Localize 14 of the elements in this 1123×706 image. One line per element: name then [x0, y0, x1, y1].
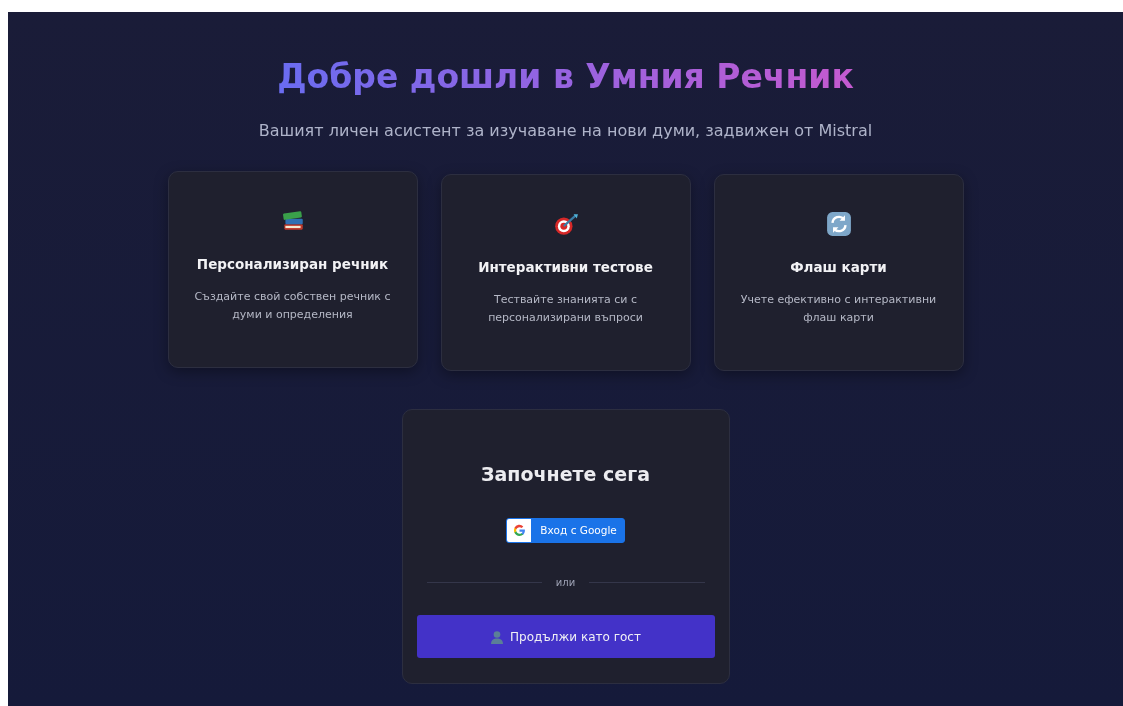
- google-icon: [512, 524, 526, 538]
- login-title: Започнете сега: [481, 461, 650, 487]
- feature-description: Създайте свой собствен речник с думи и определения: [193, 288, 392, 323]
- person-icon: [490, 629, 505, 644]
- guest-button[interactable]: Продължи като гост: [416, 615, 715, 659]
- divider-label: или: [555, 576, 576, 591]
- feature-description: Тествайте знанията си с персонализирани въпроси: [487, 291, 644, 326]
- refresh-icon: [825, 210, 852, 237]
- feature-title: Персонализиран речник: [196, 254, 389, 274]
- page-subtitle: Вашият личен асистент за изучаване на нови думи, задвижен от Mistral: [258, 119, 873, 142]
- feature-description: Учете ефективно с интерактивни флаш карти: [739, 291, 938, 326]
- google-sign-in-button[interactable]: Вход с Google: [506, 518, 625, 544]
- feature-title: Флаш карти: [790, 257, 887, 277]
- feature-title: Интерактивни тестове: [478, 257, 653, 277]
